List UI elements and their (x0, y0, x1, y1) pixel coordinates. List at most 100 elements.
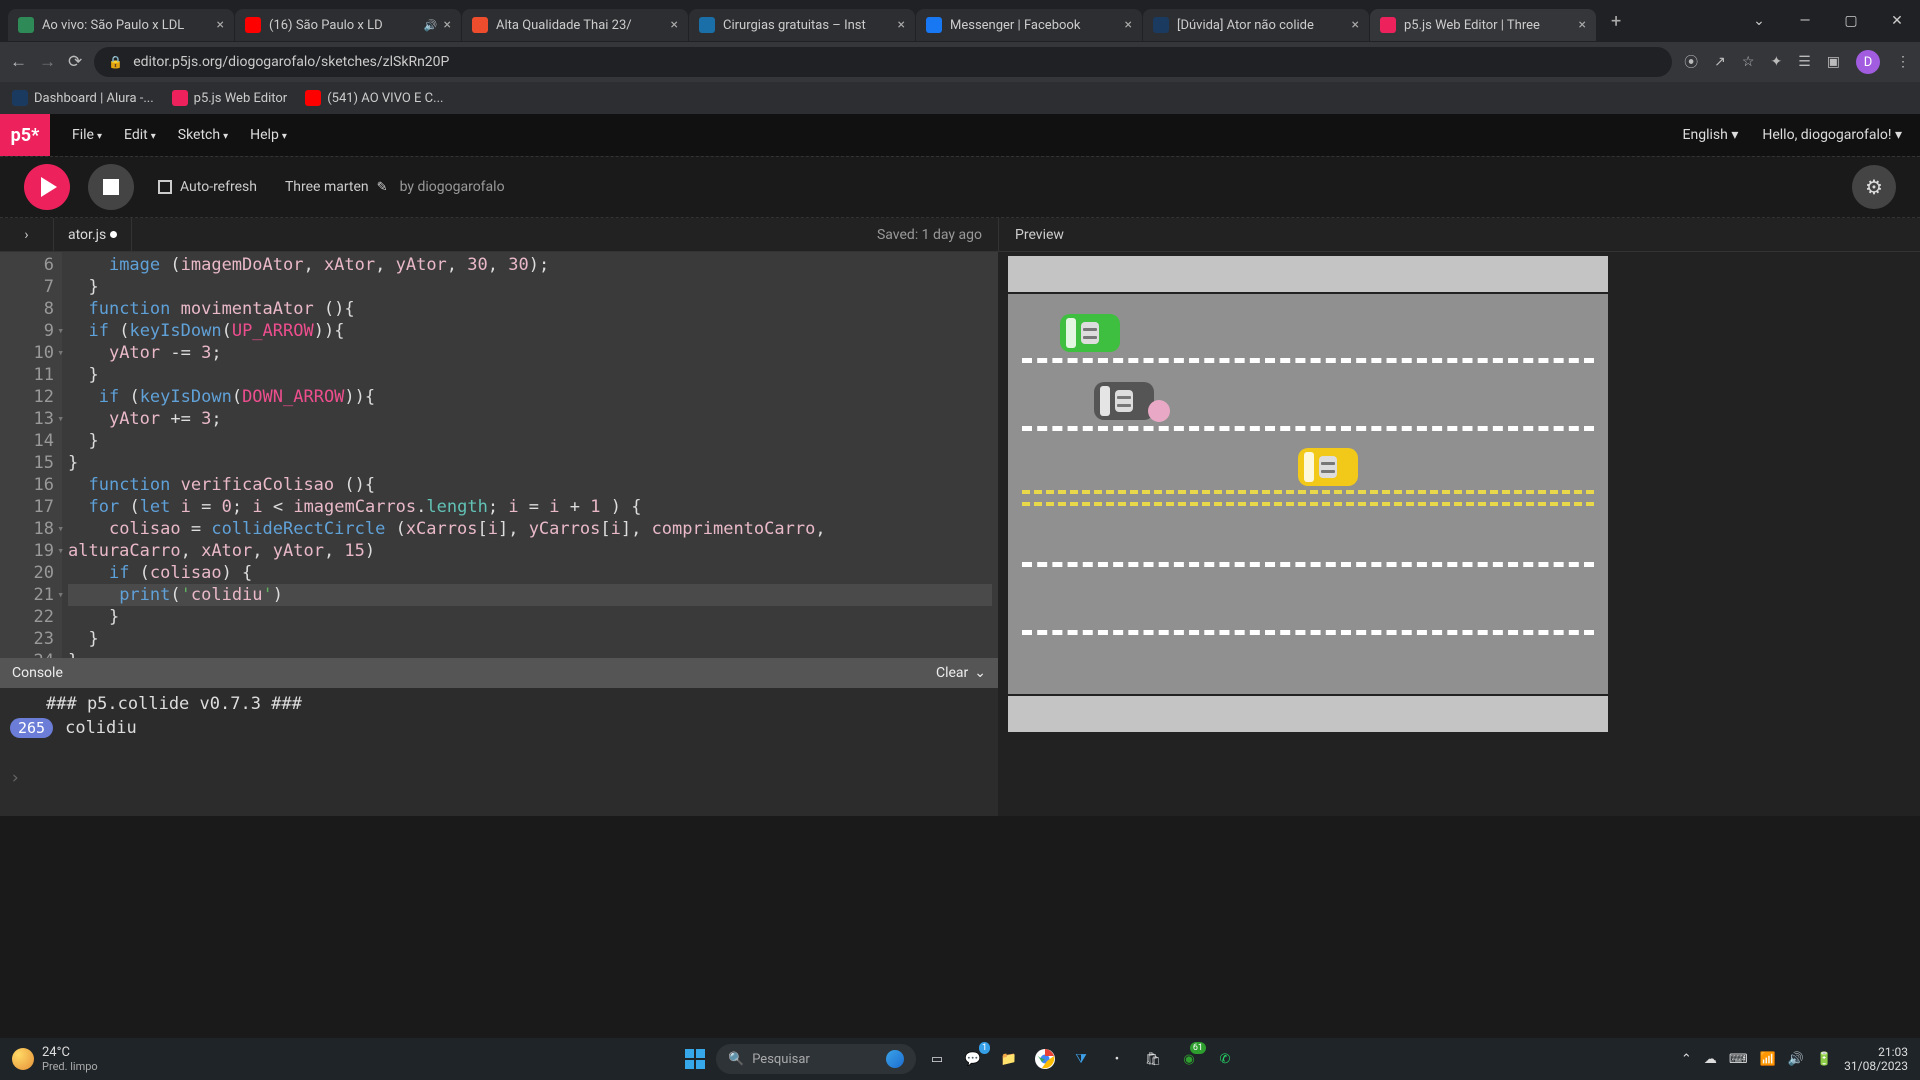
weather-text: 24°C Pred. limpo (42, 1045, 98, 1073)
share-icon[interactable]: ↗ (1714, 54, 1726, 70)
bookmark-favicon (12, 90, 28, 106)
toolbar-right: ⦿ ↗ ☆ ✦ ☰ ▣ D ⋮ (1684, 50, 1910, 74)
reading-list-icon[interactable]: ☰ (1798, 54, 1811, 70)
close-icon[interactable]: × (898, 17, 905, 33)
close-icon[interactable]: × (217, 17, 224, 33)
start-button[interactable] (680, 1044, 710, 1074)
chrome-icon[interactable] (1030, 1044, 1060, 1074)
copilot-icon[interactable]: 💬1 (958, 1044, 988, 1074)
close-icon[interactable]: × (1579, 17, 1586, 33)
weather-icon (12, 1048, 34, 1070)
language-selector[interactable]: English ▾ (1683, 127, 1739, 143)
stop-button[interactable] (88, 164, 134, 210)
app-icon[interactable]: • (1102, 1044, 1132, 1074)
forward-icon[interactable]: → (39, 52, 56, 72)
whatsapp-icon[interactable]: ✆ (1210, 1044, 1240, 1074)
car-green (1060, 314, 1120, 352)
close-icon[interactable]: × (1352, 17, 1359, 33)
file-menu[interactable]: File▾ (72, 127, 102, 143)
weather-widget[interactable]: 24°C Pred. limpo (12, 1045, 98, 1073)
explorer-icon[interactable]: 📁 (994, 1044, 1024, 1074)
sketch-name[interactable]: Three marten ✎ (285, 179, 388, 195)
back-icon[interactable]: ← (10, 52, 27, 72)
windows-taskbar: 24°C Pred. limpo 🔍 Pesquisar ▭ 💬1 📁 ⧩ • … (0, 1038, 1920, 1080)
maximize-icon[interactable]: ▢ (1828, 1, 1874, 41)
onedrive-icon[interactable]: ☁ (1704, 1052, 1717, 1067)
store-icon[interactable]: 🛍 (1138, 1044, 1168, 1074)
search-icon: 🔍 (728, 1052, 744, 1067)
console-text: ### p5.collide v0.7.3 ### (46, 694, 302, 714)
edit-icon[interactable]: ✎ (377, 180, 388, 195)
audio-icon[interactable]: 🔊 (424, 19, 438, 32)
settings-button[interactable]: ⚙ (1852, 165, 1896, 209)
vscode-icon[interactable]: ⧩ (1066, 1044, 1096, 1074)
auto-refresh-toggle[interactable]: Auto-refresh (158, 179, 257, 195)
tab-label: p5.js Web Editor | Three (1404, 18, 1573, 33)
chevron-down-icon: ⌄ (974, 665, 986, 681)
xbox-icon[interactable]: ◉61 (1174, 1044, 1204, 1074)
file-tab[interactable]: ator.js (54, 218, 132, 252)
code-content[interactable]: image (imagemDoAtor, xAtor, yAtor, 30, 3… (62, 252, 998, 658)
editor-pane: 6789101112131415161718192021222324252627… (0, 252, 998, 816)
tray-chevron-icon[interactable]: ⌃ (1681, 1052, 1692, 1067)
tabs-chevron-icon[interactable]: ⌄ (1736, 1, 1782, 41)
keyboard-icon[interactable]: ⌨ (1729, 1052, 1748, 1067)
close-icon[interactable]: × (671, 17, 678, 33)
reload-icon[interactable]: ⟳ (68, 52, 82, 72)
battery-icon[interactable]: 🔋 (1816, 1052, 1832, 1067)
bookmark-item[interactable]: (541) AO VIVO E C... (305, 90, 443, 106)
task-view-icon[interactable]: ▭ (922, 1044, 952, 1074)
profile-avatar[interactable]: D (1856, 50, 1880, 74)
browser-tab[interactable]: (16) São Paulo x LD 🔊 × (235, 9, 461, 41)
code-area[interactable]: 6789101112131415161718192021222324252627… (0, 252, 998, 658)
p5-toolbar: Auto-refresh Three marten ✎ by diogogaro… (0, 156, 1920, 218)
browser-tab[interactable]: [Dúvida] Ator não colide × (1143, 9, 1369, 41)
kebab-icon[interactable]: ⋮ (1896, 54, 1910, 70)
volume-icon[interactable]: 🔊 (1788, 1052, 1804, 1067)
center-line (1022, 502, 1594, 506)
browser-tab[interactable]: Messenger | Facebook × (916, 9, 1142, 41)
car-yellow (1298, 448, 1358, 486)
new-tab-button[interactable]: + (1597, 11, 1635, 32)
tab-label: Messenger | Facebook (950, 18, 1119, 33)
clock[interactable]: 21:03 31/08/2023 (1844, 1045, 1908, 1073)
author-label: by diogogarofalo (400, 179, 505, 195)
console-line: ### p5.collide v0.7.3 ### (10, 694, 988, 714)
favicon (472, 17, 488, 33)
lane-divider (1022, 562, 1594, 567)
browser-tab[interactable]: Cirurgias gratuitas – Inst × (689, 9, 915, 41)
url-field[interactable]: 🔒 editor.p5js.org/diogogarofalo/sketches… (94, 47, 1672, 77)
bookmark-label: Dashboard | Alura -... (34, 91, 154, 106)
browser-tab-active[interactable]: p5.js Web Editor | Three × (1370, 9, 1596, 41)
car-grey (1094, 382, 1154, 420)
bookmark-item[interactable]: p5.js Web Editor (172, 90, 288, 106)
close-window-icon[interactable]: ✕ (1874, 1, 1920, 41)
p5-logo[interactable]: p5* (0, 114, 50, 156)
sidebar-toggle[interactable]: › (0, 218, 54, 252)
main-area: 6789101112131415161718192021222324252627… (0, 252, 1920, 816)
extensions-icon[interactable]: ✦ (1770, 54, 1782, 70)
browser-tab[interactable]: Alta Qualidade Thai 23/ × (462, 9, 688, 41)
sketch-canvas[interactable] (1008, 254, 1608, 734)
favicon (18, 17, 34, 33)
sketch-menu[interactable]: Sketch▾ (178, 127, 228, 143)
user-menu[interactable]: Hello, diogogarofalo! ▾ (1762, 127, 1902, 143)
console-body[interactable]: ### p5.collide v0.7.3 ### 265 colidiu › (0, 688, 998, 816)
wifi-icon[interactable]: 📶 (1760, 1052, 1776, 1067)
browser-tab[interactable]: Ao vivo: São Paulo x LDL × (8, 9, 234, 41)
star-icon[interactable]: ☆ (1742, 54, 1755, 70)
taskbar-search[interactable]: 🔍 Pesquisar (716, 1044, 916, 1074)
sidepanel-icon[interactable]: ▣ (1827, 54, 1840, 70)
bookmark-favicon (305, 90, 321, 106)
close-icon[interactable]: × (444, 17, 451, 33)
play-button[interactable] (24, 164, 70, 210)
sidewalk-top (1008, 254, 1608, 294)
bookmark-item[interactable]: Dashboard | Alura -... (12, 90, 154, 106)
tab-label: Ao vivo: São Paulo x LDL (42, 18, 211, 33)
minimize-icon[interactable]: — (1782, 1, 1828, 41)
translate-icon[interactable]: ⦿ (1684, 52, 1698, 72)
console-clear-button[interactable]: Clear ⌄ (936, 665, 986, 681)
close-icon[interactable]: × (1125, 17, 1132, 33)
edit-menu[interactable]: Edit▾ (124, 127, 156, 143)
help-menu[interactable]: Help▾ (250, 127, 287, 143)
